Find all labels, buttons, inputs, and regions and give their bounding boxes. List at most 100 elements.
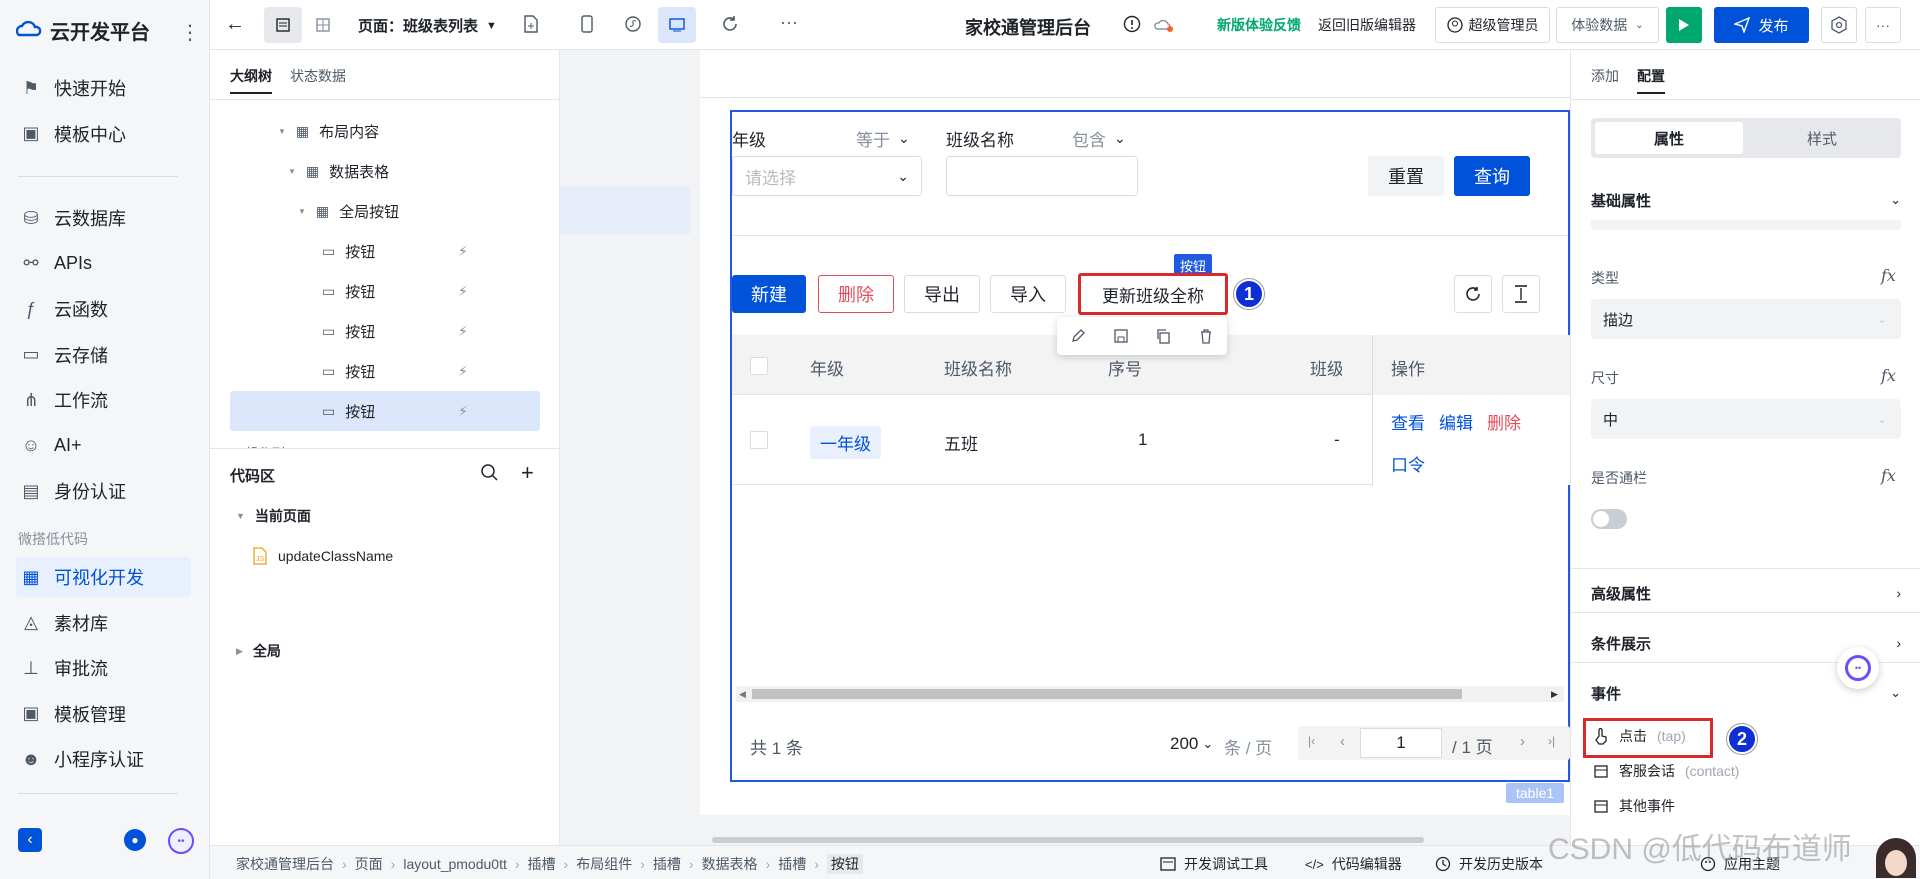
tree-node[interactable]: ▼ ▦ 数据表格 bbox=[230, 151, 540, 191]
nav-item[interactable]: ▦ 可视化开发 bbox=[16, 557, 191, 597]
nav-item[interactable]: ☻ 小程序认证 bbox=[16, 739, 191, 779]
first-page-icon[interactable]: |‹ bbox=[1308, 734, 1315, 748]
nav-item[interactable]: ▣ 模板中心 bbox=[16, 114, 191, 154]
tree-node[interactable]: ▭ 按钮 ⚡ bbox=[230, 351, 540, 391]
user-menu[interactable]: 超级管理员 bbox=[1435, 7, 1550, 43]
breadcrumb-item[interactable]: layout_pmodu0tt bbox=[403, 856, 507, 872]
delete-link[interactable]: 删除 bbox=[1487, 409, 1521, 434]
table-row[interactable]: 一年级 五班 1 - 查看 编辑 删除 口令 bbox=[732, 395, 1572, 485]
scrollbar-thumb[interactable] bbox=[752, 689, 1462, 699]
nav-item[interactable]: ⛁ 云数据库 bbox=[16, 198, 191, 238]
run-preview-button[interactable] bbox=[1666, 7, 1702, 43]
select-all-checkbox[interactable] bbox=[750, 357, 768, 375]
back-old-editor-link[interactable]: 返回旧版编辑器 bbox=[1318, 15, 1416, 35]
data-mode-select[interactable]: 体验数据 ⌄ bbox=[1556, 7, 1659, 43]
view-link[interactable]: 查看 bbox=[1391, 409, 1425, 434]
page-selector[interactable]: 页面：班级表列表 ▼ bbox=[358, 15, 497, 36]
scroll-right-icon[interactable]: ▶ bbox=[1551, 689, 1558, 700]
breadcrumb-item[interactable]: 家校通管理后台 bbox=[236, 854, 334, 874]
back-arrow-icon[interactable]: ← bbox=[225, 13, 245, 36]
tree-node[interactable]: ▼ ▦ 布局内容 bbox=[230, 111, 540, 151]
last-page-icon[interactable]: ›| bbox=[1548, 734, 1555, 748]
tree-node[interactable]: ▭ 按钮 ⚡ bbox=[230, 391, 540, 431]
column-header[interactable]: 班级全称 bbox=[1310, 355, 1342, 380]
column-header[interactable]: 序号 bbox=[1108, 355, 1142, 380]
tab-outline[interactable]: 大纲树 bbox=[230, 66, 272, 94]
query-button[interactable]: 查询 bbox=[1454, 156, 1530, 196]
seg-styles[interactable]: 样式 bbox=[1747, 122, 1897, 154]
collapse-nav-button[interactable]: ‹ bbox=[18, 828, 42, 852]
horizontal-scrollbar[interactable]: ◀ ▶ bbox=[736, 686, 1564, 702]
tree-node[interactable]: ▭ 按钮 ⚡ bbox=[230, 311, 540, 351]
feedback-link[interactable]: 新版体验反馈 bbox=[1217, 15, 1301, 35]
nav-item[interactable]: ☺ AI+ bbox=[16, 426, 191, 466]
next-page-icon[interactable]: › bbox=[1520, 733, 1525, 750]
page-size-select[interactable]: 200 ⌄ bbox=[1170, 734, 1213, 754]
dev-tools-button[interactable]: 开发调试工具 bbox=[1160, 854, 1268, 874]
import-button[interactable]: 导入 bbox=[990, 275, 1066, 313]
class-name-input[interactable] bbox=[946, 156, 1138, 196]
event-item-other[interactable]: 其他事件 bbox=[1593, 796, 1675, 816]
settings-icon[interactable] bbox=[1821, 7, 1857, 43]
prev-page-icon[interactable]: ‹ bbox=[1340, 733, 1345, 750]
tree-node[interactable]: ▭ 按钮 ⚡ bbox=[230, 271, 540, 311]
basic-props-header[interactable]: 基础属性 ⌄ bbox=[1591, 186, 1901, 214]
tab-config[interactable]: 配置 bbox=[1637, 66, 1665, 94]
breadcrumb-item[interactable]: 布局组件 bbox=[576, 854, 632, 874]
add-page-icon[interactable] bbox=[522, 14, 540, 34]
fx-icon[interactable]: fx bbox=[1881, 466, 1896, 485]
miniprogram-preview-icon[interactable] bbox=[624, 15, 642, 33]
more-vertical-icon[interactable]: ⋮ bbox=[180, 20, 200, 45]
breadcrumb-item[interactable]: 插槽 bbox=[528, 854, 556, 874]
mobile-preview-icon[interactable] bbox=[580, 14, 594, 34]
grade-select[interactable]: 请选择 ⌄ bbox=[732, 156, 922, 196]
refresh-icon[interactable] bbox=[720, 14, 740, 34]
nav-item[interactable]: ⚯ APIs bbox=[16, 244, 191, 284]
filter-class-operator[interactable]: 包含 ⌄ bbox=[1072, 126, 1126, 151]
fx-icon[interactable]: fx bbox=[1881, 366, 1896, 385]
more-menu-icon[interactable]: ··· bbox=[1865, 7, 1901, 43]
history-button[interactable]: 开发历史版本 bbox=[1435, 854, 1543, 874]
edit-link[interactable]: 编辑 bbox=[1439, 409, 1473, 434]
desktop-preview-icon[interactable] bbox=[658, 7, 696, 43]
lightning-icon[interactable]: ⚡ bbox=[458, 283, 468, 300]
publish-button[interactable]: 发布 bbox=[1714, 7, 1809, 43]
canvas-scrollbar[interactable] bbox=[712, 837, 1424, 843]
assistant-icon[interactable]: •• bbox=[168, 828, 194, 854]
reset-button[interactable]: 重置 bbox=[1368, 156, 1444, 196]
more-horizontal-icon[interactable]: ··· bbox=[780, 12, 798, 33]
lightning-icon[interactable]: ⚡ bbox=[458, 363, 468, 380]
search-icon[interactable] bbox=[480, 463, 500, 483]
nav-item[interactable]: ◬ 素材库 bbox=[16, 603, 191, 643]
column-header[interactable]: 年级 bbox=[810, 355, 844, 380]
tree-node[interactable]: ▭ 按钮 ⚡ bbox=[230, 231, 540, 271]
export-button[interactable]: 导出 bbox=[904, 275, 980, 313]
user-avatar-icon[interactable]: ● bbox=[124, 829, 146, 851]
seg-properties[interactable]: 属性 bbox=[1595, 122, 1743, 154]
brand[interactable]: 云开发平台 bbox=[16, 16, 150, 45]
nav-item[interactable]: ▣ 模板管理 bbox=[16, 694, 191, 734]
data-table-component[interactable]: 年级 等于 ⌄ 请选择 ⌄ 班级名称 包含 ⌄ 重置 查询 新建 删除 导出 导入 … bbox=[730, 110, 1572, 782]
column-header[interactable]: 班级名称 bbox=[944, 355, 1012, 380]
tree-node[interactable]: ▼ ▦ 全局按钮 bbox=[230, 191, 540, 231]
cloud-status-icon[interactable] bbox=[1153, 17, 1175, 33]
advanced-props-header[interactable]: 高级属性 › bbox=[1591, 578, 1901, 608]
global-node[interactable]: ▶ 全局 bbox=[236, 641, 281, 661]
type-select[interactable]: 描边 ⌄ bbox=[1591, 299, 1901, 339]
caret-down-icon[interactable]: ▼ bbox=[298, 207, 306, 216]
current-page-node[interactable]: ▼ 当前页面 bbox=[236, 506, 311, 526]
ai-assistant-button[interactable]: •• bbox=[1837, 647, 1879, 689]
scroll-left-icon[interactable]: ◀ bbox=[739, 689, 746, 700]
nav-item[interactable]: ⋔ 工作流 bbox=[16, 380, 191, 420]
block-toggle[interactable] bbox=[1591, 509, 1627, 529]
breadcrumb-item[interactable]: 数据表格 bbox=[702, 854, 758, 874]
component-view-icon[interactable] bbox=[304, 7, 342, 43]
nav-item[interactable]: ƒ 云函数 bbox=[16, 289, 191, 329]
code-file-item[interactable]: JS updateClassName bbox=[252, 547, 393, 565]
update-class-name-button[interactable]: 更新班级全称 bbox=[1078, 273, 1228, 315]
delete-button[interactable]: 删除 bbox=[818, 275, 894, 313]
password-link[interactable]: 口令 bbox=[1391, 451, 1425, 476]
info-icon[interactable] bbox=[1123, 15, 1141, 33]
breadcrumb-item[interactable]: 按钮 bbox=[826, 854, 863, 874]
fx-icon[interactable]: fx bbox=[1881, 266, 1896, 285]
